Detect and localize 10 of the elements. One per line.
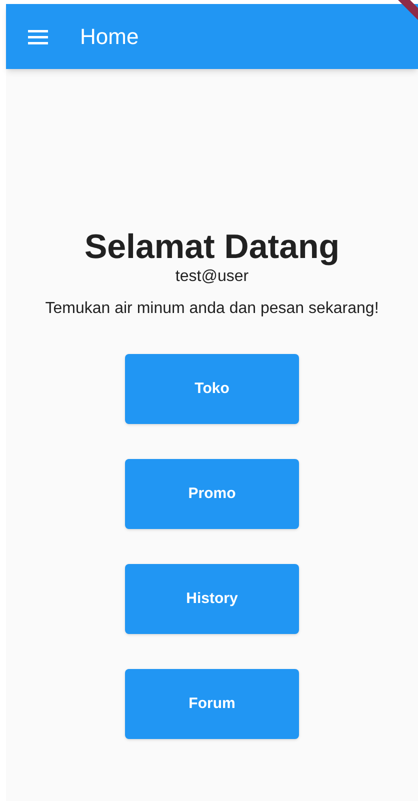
menu-icon[interactable] bbox=[28, 28, 48, 44]
corner-ribbon-drawing bbox=[398, 0, 418, 20]
welcome-heading: Selamat Datang bbox=[84, 227, 340, 267]
page-title: Home bbox=[80, 23, 139, 51]
user-email: test@user bbox=[175, 267, 249, 287]
menu-button[interactable]: Promo bbox=[125, 459, 299, 529]
menu-button[interactable]: Forum bbox=[125, 669, 299, 739]
welcome-message: Temukan air minum anda dan pesan sekarang! bbox=[45, 299, 379, 319]
menu-button[interactable]: History bbox=[125, 564, 299, 634]
menu-button[interactable]: Toko bbox=[125, 354, 299, 424]
